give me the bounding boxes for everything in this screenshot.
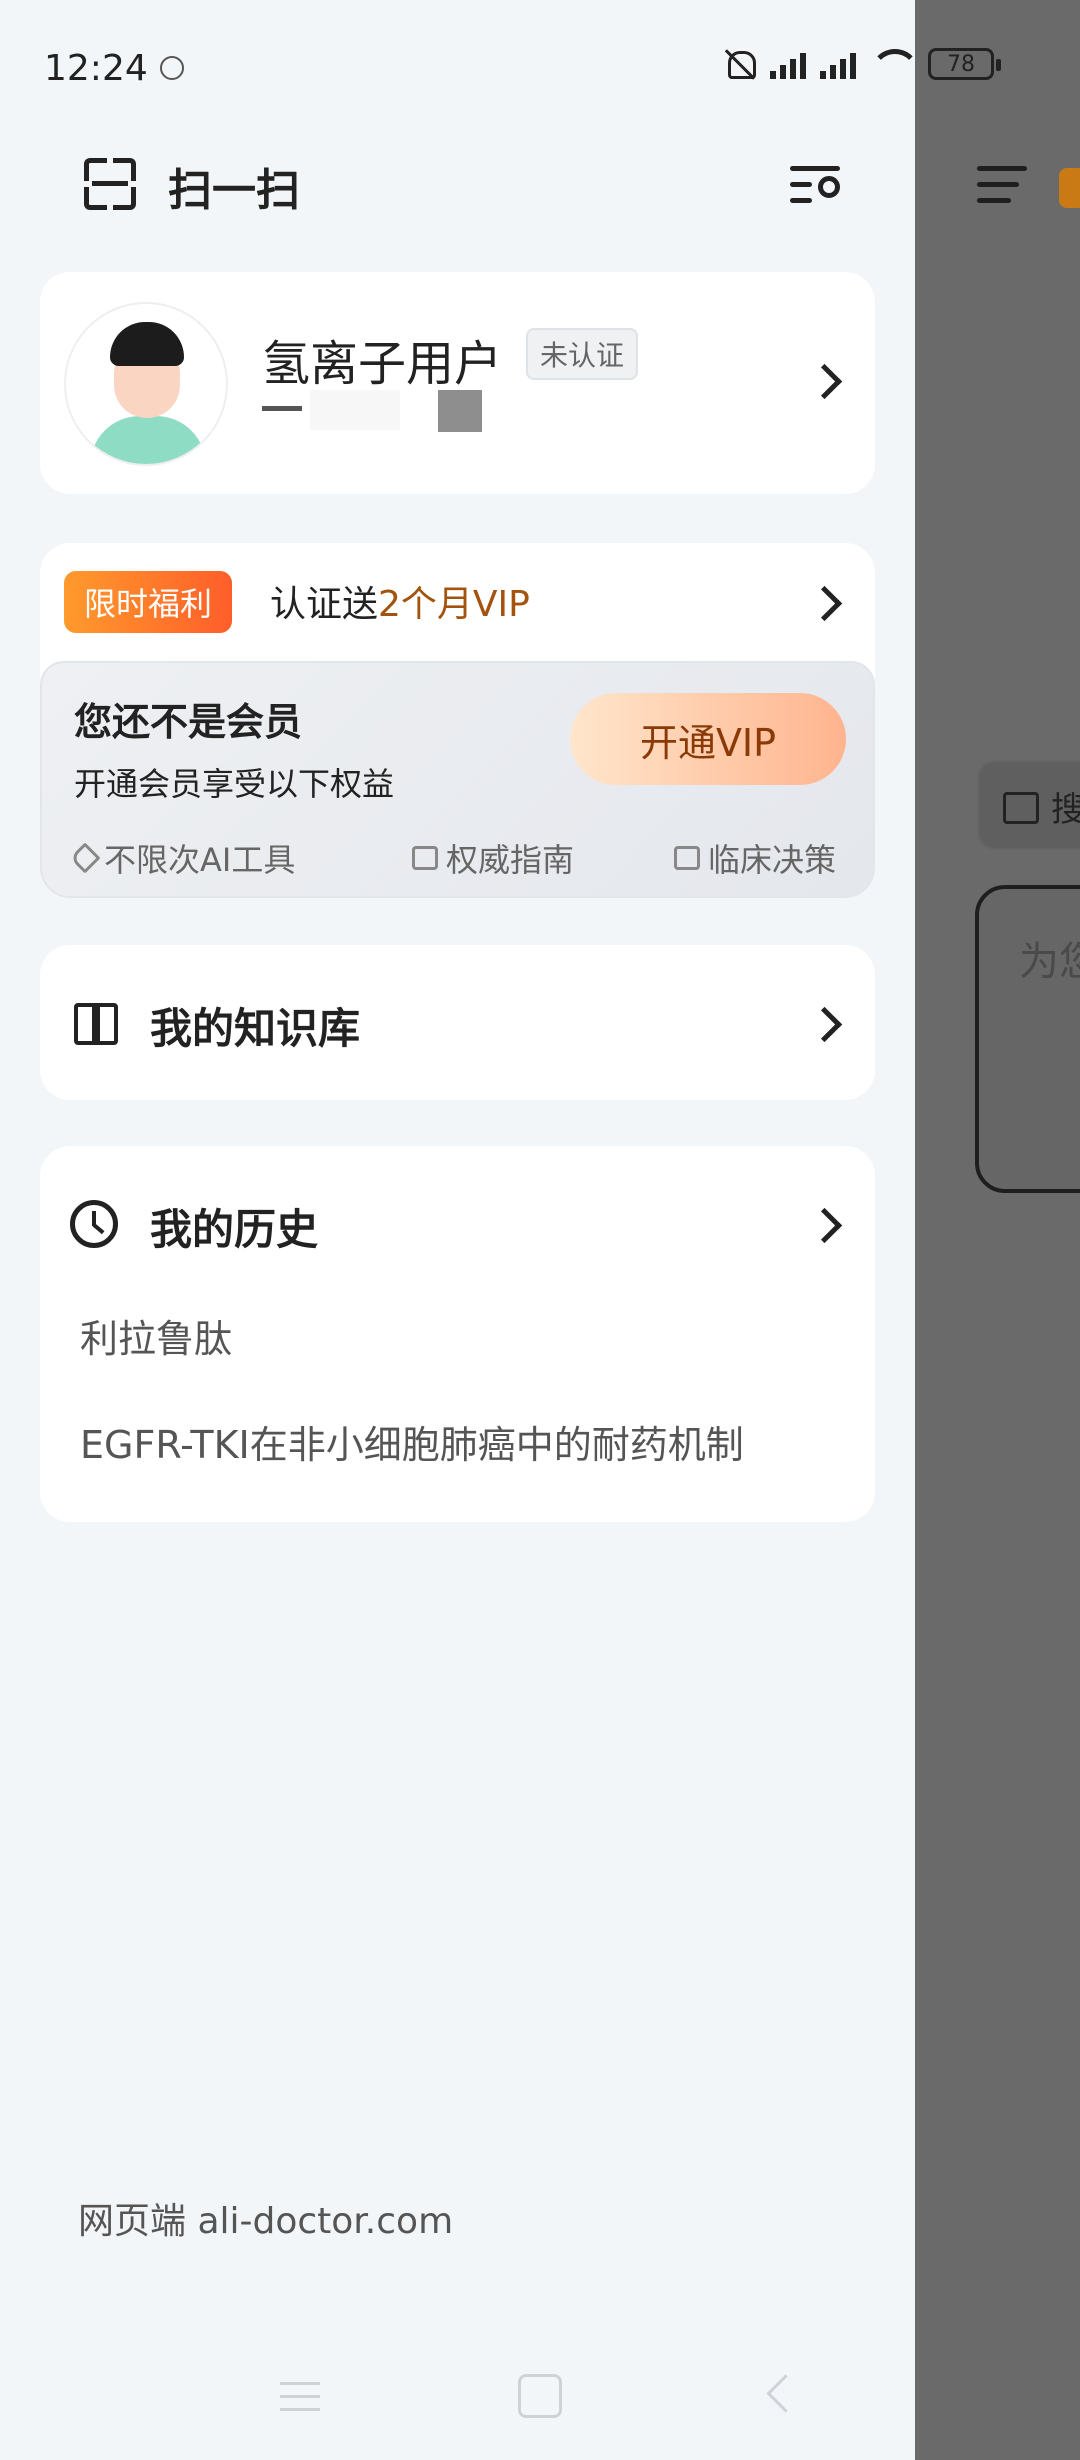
back-button[interactable] bbox=[766, 2374, 805, 2413]
settings-icon[interactable] bbox=[790, 160, 846, 210]
battery-icon: 78 bbox=[928, 48, 1001, 80]
history-title[interactable]: 我的历史 bbox=[150, 1196, 318, 1257]
benefit-label: 临床决策 bbox=[708, 841, 837, 879]
side-drawer: 12:24 78 扫一扫 氢离子用户 未认证 限时福利 认证送2个月VIP 您还… bbox=[0, 0, 1001, 2460]
status-bar: 12:24 78 bbox=[0, 0, 1001, 130]
drawer-header: 扫一扫 bbox=[0, 150, 915, 220]
signal-icon bbox=[770, 49, 806, 79]
book-icon bbox=[74, 1003, 118, 1045]
book-icon bbox=[1003, 792, 1039, 824]
scan-icon[interactable] bbox=[84, 158, 136, 210]
knowledge-base-label: 我的知识库 bbox=[150, 1004, 361, 1053]
benefit-guidelines: 权威指南 bbox=[412, 835, 574, 881]
masked-user-id bbox=[262, 390, 482, 432]
vip-card: 限时福利 认证送2个月VIP 您还不是会员 开通会员享受以下权益 开通VIP 不… bbox=[40, 543, 875, 898]
chat-placeholder: 为您 bbox=[1019, 939, 1080, 985]
scan-button-label[interactable]: 扫一扫 bbox=[168, 154, 300, 218]
open-vip-button[interactable]: 开通VIP bbox=[570, 693, 846, 785]
benefit-label: 权威指南 bbox=[446, 841, 575, 879]
benefit-clinical-decision: 临床决策 bbox=[674, 835, 836, 881]
user-name: 氢离子用户 bbox=[262, 336, 503, 392]
mute-icon bbox=[722, 47, 756, 81]
avatar[interactable] bbox=[64, 302, 228, 466]
chevron-right-icon[interactable] bbox=[806, 585, 843, 622]
book-icon bbox=[412, 846, 438, 870]
chevron-right-icon bbox=[806, 363, 843, 400]
recent-apps-button[interactable] bbox=[280, 2382, 320, 2421]
background-app-overlay[interactable]: 搜 为您 bbox=[915, 0, 1080, 2460]
verify-status-badge: 未认证 bbox=[526, 328, 639, 380]
status-icons: 78 bbox=[722, 44, 1001, 84]
profile-card[interactable]: 氢离子用户 未认证 bbox=[40, 272, 875, 494]
benefit-label: 不限次AI工具 bbox=[104, 841, 296, 879]
orange-badge bbox=[1059, 168, 1080, 208]
system-nav-bar bbox=[0, 2360, 915, 2430]
vip-benefits: 不限次AI工具 权威指南 临床决策 bbox=[69, 835, 854, 879]
wifi-icon bbox=[870, 47, 920, 81]
benefit-ai-tools: 不限次AI工具 bbox=[69, 835, 296, 881]
menu-icon bbox=[977, 166, 1027, 206]
search-chip-label: 搜 bbox=[1051, 790, 1080, 830]
status-time: 12:24 bbox=[44, 48, 148, 89]
vip-subtitle: 开通会员享受以下权益 bbox=[74, 765, 395, 803]
home-button[interactable] bbox=[518, 2374, 562, 2418]
clock-icon bbox=[70, 1200, 118, 1248]
decision-icon bbox=[674, 846, 700, 870]
promo-text-highlight: 2个月VIP bbox=[378, 584, 530, 625]
promo-badge: 限时福利 bbox=[64, 571, 233, 633]
promo-text-prefix: 认证送 bbox=[270, 584, 379, 625]
chevron-right-icon[interactable] bbox=[806, 1207, 843, 1244]
notification-icon bbox=[160, 56, 184, 80]
promo-text[interactable]: 认证送2个月VIP bbox=[270, 575, 530, 627]
search-chip: 搜 bbox=[977, 760, 1080, 850]
web-footer-link[interactable]: 网页端 ali-doctor.com bbox=[78, 2192, 453, 2244]
vip-title: 您还不是会员 bbox=[74, 700, 303, 744]
diamond-icon bbox=[69, 842, 101, 874]
history-item[interactable]: EGFR-TKI在非小细胞肺癌中的耐药机制 bbox=[80, 1414, 744, 1469]
vip-membership-panel: 您还不是会员 开通会员享受以下权益 开通VIP 不限次AI工具 权威指南 临床决… bbox=[40, 661, 875, 898]
chevron-right-icon bbox=[806, 1006, 843, 1043]
signal-icon-2 bbox=[820, 49, 856, 79]
history-card: 我的历史 利拉鲁肽 EGFR-TKI在非小细胞肺癌中的耐药机制 bbox=[40, 1146, 875, 1522]
history-item[interactable]: 利拉鲁肽 bbox=[80, 1308, 232, 1363]
knowledge-base-item[interactable]: 我的知识库 bbox=[40, 945, 875, 1100]
chat-input-box: 为您 bbox=[975, 885, 1080, 1193]
